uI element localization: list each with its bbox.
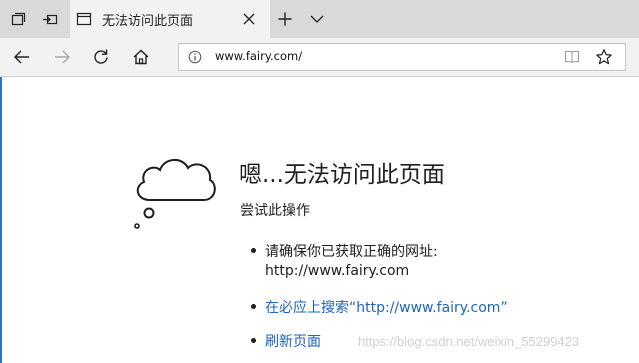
new-tab-button[interactable] (269, 0, 301, 38)
tab-bar: 无法访问此页面 (0, 0, 639, 38)
cloud-icon (134, 159, 216, 229)
search-bing-link[interactable]: 在必应上搜索“http://www.fairy.com” (265, 297, 508, 317)
refresh-page-link[interactable]: 刷新页面 (265, 331, 321, 351)
tab-actions-button[interactable] (2, 0, 34, 38)
tab-actions-icon (11, 12, 26, 26)
forward-arrow-icon (55, 50, 70, 64)
back-button[interactable] (4, 38, 40, 76)
suggestion-check-url: 请确保你已获取正确的网址: (265, 244, 438, 260)
home-icon (133, 49, 149, 65)
home-button[interactable] (123, 38, 159, 76)
suggestion-url: http://www.fairy.com (265, 263, 410, 279)
forward-button[interactable] (44, 38, 80, 76)
reading-view-icon[interactable] (564, 49, 580, 65)
set-aside-tabs-button[interactable] (34, 0, 66, 38)
error-heading: 嗯...无法访问此页面 (239, 162, 445, 188)
close-icon[interactable] (242, 12, 256, 26)
bullet (251, 248, 256, 253)
page-icon (76, 12, 92, 26)
bullet (251, 338, 256, 343)
refresh-button[interactable] (83, 38, 119, 76)
toolbar-divider (0, 76, 639, 77)
favorite-star-icon[interactable] (595, 48, 613, 66)
watermark: https://blog.csdn.net/weixin_55299423 (358, 334, 580, 349)
window-edge (0, 77, 2, 363)
url-text[interactable]: www.fairy.com/ (215, 49, 302, 63)
back-arrow-icon (14, 50, 29, 64)
chevron-down-icon (310, 15, 324, 23)
active-tab[interactable]: 无法访问此页面 (70, 0, 270, 38)
set-aside-tabs-icon (43, 14, 58, 25)
new-tab-icon (278, 12, 292, 26)
refresh-icon (94, 49, 108, 64)
info-icon[interactable] (188, 50, 202, 64)
bullet (251, 304, 256, 309)
error-subheading: 尝试此操作 (240, 203, 310, 219)
address-bar[interactable]: www.fairy.com/ (178, 43, 626, 71)
tab-title: 无法访问此页面 (102, 14, 194, 29)
tab-list-button[interactable] (301, 0, 333, 38)
